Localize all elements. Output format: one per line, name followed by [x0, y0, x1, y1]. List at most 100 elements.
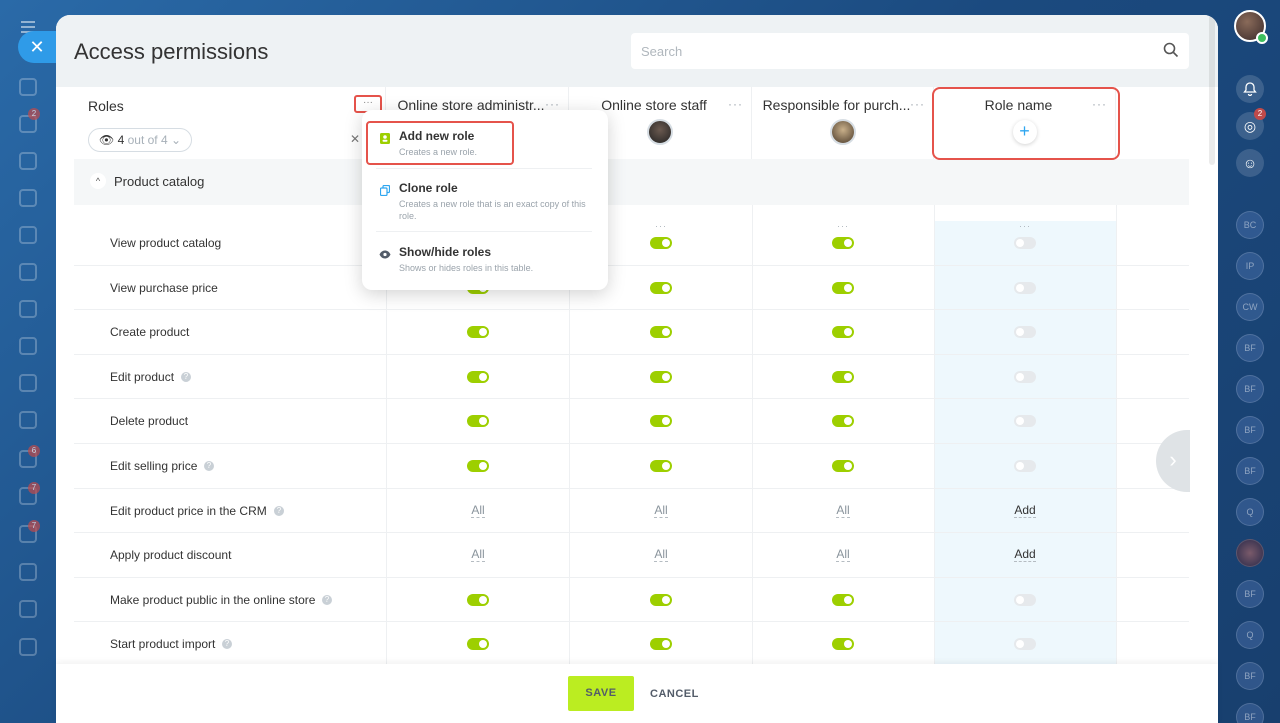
permission-toggle-off[interactable] [1014, 593, 1036, 606]
scrollbar[interactable] [1209, 15, 1215, 165]
cell-value: All [654, 502, 668, 518]
permission-toggle-on[interactable] [650, 370, 672, 383]
close-panel-button[interactable]: ✕ [18, 31, 56, 63]
right-sidebar: ◎ 2 ☺ BC IP CW BF BF BF BF Q BF Q BF BF [1220, 0, 1280, 723]
access-level-link[interactable]: All [813, 547, 873, 563]
permission-toggle-off[interactable] [1014, 415, 1036, 428]
section-header[interactable]: ^ Product catalog [74, 159, 1189, 205]
help-icon[interactable]: ? [274, 505, 284, 516]
access-level-link[interactable]: All [448, 502, 508, 518]
chat-bubble-icon[interactable]: ☺ [1236, 149, 1264, 177]
roles-visible-count: 4 [117, 133, 125, 147]
help-icon[interactable]: ? [204, 461, 214, 471]
help-icon[interactable]: ? [181, 371, 191, 382]
roles-visibility-chip[interactable]: 👁 4 out of 4 ⌄ [88, 128, 193, 152]
chevron-down-icon: ⌄ [170, 133, 182, 147]
contact-avatar[interactable]: BF [1236, 703, 1264, 723]
permission-toggle-on[interactable] [832, 281, 854, 294]
contact-avatar[interactable]: BF [1236, 457, 1264, 485]
feed-icon[interactable] [19, 152, 37, 170]
document-icon[interactable] [19, 263, 37, 281]
contact-avatar[interactable]: CW [1236, 293, 1264, 321]
permission-toggle-on[interactable] [650, 460, 672, 472]
permission-toggle-on[interactable] [650, 638, 672, 651]
permission-toggle-on[interactable] [832, 638, 854, 651]
permission-toggle-on[interactable] [467, 415, 489, 428]
permission-toggle-off[interactable] [1014, 281, 1036, 294]
menu-item-title: Clone role [399, 181, 458, 195]
more-icon[interactable]: ··· [910, 97, 925, 111]
roles-label: Roles [88, 98, 124, 114]
access-level-link[interactable]: All [448, 547, 508, 563]
contact-avatar[interactable]: BF [1236, 580, 1264, 608]
mail-icon[interactable] [19, 374, 37, 392]
menu-item-show-hide-roles[interactable]: Show/hide roles Shows or hides roles in … [362, 245, 608, 285]
permission-toggle-off[interactable] [1014, 638, 1036, 651]
add-access-link[interactable]: Add [995, 547, 1055, 563]
contact-avatar[interactable]: BF [1236, 334, 1264, 362]
search-input[interactable]: Search [631, 33, 1189, 69]
menu-item-title: Show/hide roles [399, 245, 492, 259]
permission-toggle-off[interactable] [1014, 237, 1036, 249]
schedule-icon[interactable] [19, 563, 37, 581]
help-icon[interactable]: ? [322, 594, 332, 605]
permission-toggle-on[interactable] [650, 326, 672, 339]
collapse-icon[interactable]: ✕ [350, 132, 360, 146]
permission-toggle-on[interactable] [467, 638, 489, 651]
chat-icon[interactable] [19, 78, 37, 96]
permission-toggle-on[interactable] [832, 460, 854, 472]
permission-toggle-on[interactable] [650, 237, 672, 249]
permission-toggle-on[interactable] [832, 593, 854, 606]
permission-toggle-off[interactable] [1014, 326, 1036, 339]
more-icon[interactable]: ··· [545, 97, 560, 111]
settings-icon[interactable] [19, 638, 37, 656]
permission-toggle-on[interactable] [467, 460, 489, 472]
permission-toggle-on[interactable] [467, 326, 489, 339]
messages-badge: 2 [28, 108, 40, 120]
contact-avatar[interactable]: BF [1236, 416, 1264, 444]
search-icon[interactable] [1163, 42, 1179, 58]
permission-toggle-off[interactable] [1014, 370, 1036, 383]
board-icon[interactable] [19, 300, 37, 318]
permission-toggle-on[interactable] [650, 281, 672, 294]
permission-label: Edit selling price [110, 459, 198, 473]
help-icon[interactable]: ? [222, 639, 232, 650]
contact-avatar[interactable]: IP [1236, 252, 1264, 280]
roles-header: Roles ··· 👁 4 out of 4 ⌄ ✕ [74, 87, 386, 159]
contact-avatar[interactable]: BF [1236, 375, 1264, 403]
contacts-icon[interactable] [19, 411, 37, 429]
avatar[interactable] [647, 119, 673, 145]
menu-item-clone-role[interactable]: Clone role Creates a new role that is an… [362, 181, 608, 229]
access-level-link[interactable]: All [631, 502, 691, 518]
cancel-button[interactable]: CANCEL [650, 688, 699, 700]
permission-toggle-on[interactable] [832, 370, 854, 383]
avatar[interactable] [829, 119, 856, 145]
contact-avatar[interactable]: BC [1236, 211, 1264, 239]
store-icon[interactable] [19, 600, 37, 618]
permission-toggle-on[interactable] [467, 593, 489, 606]
hexagon-icon[interactable] [19, 189, 37, 207]
add-access-link[interactable]: Add [995, 502, 1055, 518]
contact-avatar[interactable]: Q [1236, 498, 1264, 526]
save-button[interactable]: SAVE [568, 676, 634, 711]
contact-avatar[interactable] [1236, 539, 1264, 567]
calendar-icon[interactable] [19, 226, 37, 244]
permission-toggle-on[interactable] [832, 326, 854, 339]
chevron-up-icon[interactable]: ^ [90, 173, 106, 189]
card-icon[interactable] [19, 337, 37, 355]
permission-toggle-off[interactable] [1014, 460, 1036, 472]
role-column-header[interactable]: Responsible for purch... ··· [752, 87, 934, 159]
access-level-link[interactable]: All [631, 547, 691, 563]
more-icon[interactable]: ··· [728, 97, 743, 111]
table-row: Edit selling price? [74, 444, 1189, 489]
contact-avatar[interactable]: Q [1236, 621, 1264, 649]
bell-icon[interactable] [1236, 75, 1264, 103]
permission-toggle-on[interactable] [650, 415, 672, 428]
permission-toggle-on[interactable] [467, 370, 489, 383]
permission-toggle-on[interactable] [832, 415, 854, 428]
access-level-link[interactable]: All [813, 502, 873, 518]
cell-value: Add [1014, 547, 1036, 563]
contact-avatar[interactable]: BF [1236, 662, 1264, 690]
permission-toggle-on[interactable] [650, 593, 672, 606]
permission-toggle-on[interactable] [832, 237, 854, 249]
